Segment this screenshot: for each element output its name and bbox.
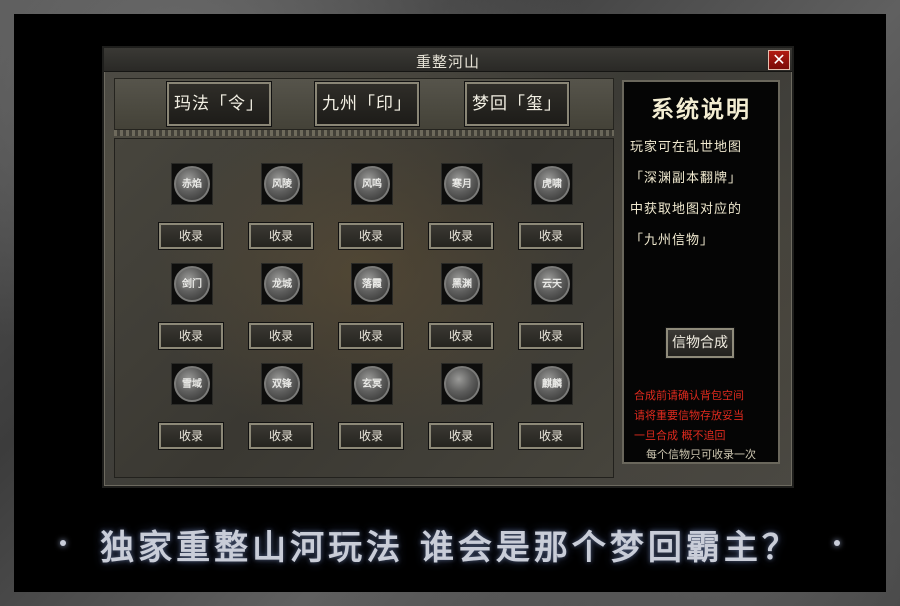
collect-button[interactable]: 收录	[158, 222, 224, 250]
token-icon: 麒麟	[534, 366, 570, 402]
collect-button[interactable]: 收录	[158, 422, 224, 450]
panel-title: 系统说明	[651, 96, 751, 123]
token-cell: 雪域 收录	[158, 363, 225, 453]
token-slot[interactable]: 风鸣	[351, 163, 393, 205]
window-title: 重整河山	[415, 53, 480, 71]
token-cell: 落霞 收录	[338, 263, 405, 353]
token-slot[interactable]: 麒麟	[531, 363, 573, 405]
collect-once-note: 每个信物只可收录一次	[646, 448, 756, 461]
token-icon: 龙城	[264, 266, 300, 302]
token-slot[interactable]: 剑门	[171, 263, 213, 305]
token-grid: 赤焰 收录 风陵 收录 风鸣 收录 寒月 收录 虎啸 收录 剑门 收录 龙城 收录 落霞 收录 黑渊 收录 云天 收录…	[114, 138, 614, 478]
title-bar: 重整河山 ✕	[104, 48, 792, 72]
token-cell: 双锋 收录	[248, 363, 315, 453]
token-icon: 剑门	[174, 266, 210, 302]
token-cell: 黑渊 收录	[428, 263, 495, 353]
collect-button[interactable]: 收录	[248, 322, 314, 350]
token-icon: 虎啸	[534, 166, 570, 202]
token-icon: 落霞	[354, 266, 390, 302]
collect-button[interactable]: 收录	[248, 222, 314, 250]
warning-line: 一旦合成 概不追回	[634, 429, 726, 442]
desc-line: 玩家可在乱世地图	[630, 140, 743, 155]
token-cell: 玄冥 收录	[338, 363, 405, 453]
token-cell: 云天 收录	[518, 263, 585, 353]
desc-line: 「九州信物」	[630, 233, 715, 248]
token-icon: 黑渊	[444, 266, 480, 302]
collect-button[interactable]: 收录	[158, 322, 224, 350]
tab-jiuzhou-yin[interactable]: 九州「印」	[314, 81, 420, 127]
token-slot[interactable]: 寒月	[441, 163, 483, 205]
collect-button[interactable]: 收录	[338, 422, 404, 450]
token-icon	[444, 366, 480, 402]
warning-text: 合成前请确认背包空间 请将重要信物存放妥当 一旦合成 概不追回	[634, 386, 778, 446]
token-slot[interactable]: 云天	[531, 263, 573, 305]
panel-description: 玩家可在乱世地图 「深渊副本翻牌」 中获取地图对应的 「九州信物」	[630, 132, 778, 256]
collect-button[interactable]: 收录	[338, 222, 404, 250]
token-slot[interactable]: 赤焰	[171, 163, 213, 205]
tab-mafa-ling[interactable]: 玛法「令」	[166, 81, 272, 127]
token-cell: 风陵 收录	[248, 163, 315, 253]
token-cell: 虎啸 收录	[518, 163, 585, 253]
divider-strip	[114, 130, 614, 136]
token-cell: 麒麟 收录	[518, 363, 585, 453]
collect-button[interactable]: 收录	[248, 422, 314, 450]
close-button[interactable]: ✕	[768, 50, 790, 70]
token-icon: 寒月	[444, 166, 480, 202]
token-slot[interactable]: 玄冥	[351, 363, 393, 405]
token-slot[interactable]: 虎啸	[531, 163, 573, 205]
token-cell: 龙城 收录	[248, 263, 315, 353]
system-description-panel: 系统说明 玩家可在乱世地图 「深渊副本翻牌」 中获取地图对应的 「九州信物」 信…	[622, 80, 780, 464]
token-cell: 赤焰 收录	[158, 163, 225, 253]
desc-line: 「深渊副本翻牌」	[630, 171, 743, 186]
token-cell: 剑门 收录	[158, 263, 225, 353]
desc-line: 中获取地图对应的	[630, 202, 743, 217]
token-cell: 寒月 收录	[428, 163, 495, 253]
token-cell: 风鸣 收录	[338, 163, 405, 253]
token-icon: 风鸣	[354, 166, 390, 202]
token-slot[interactable]: 风陵	[261, 163, 303, 205]
token-icon: 双锋	[264, 366, 300, 402]
token-icon: 云天	[534, 266, 570, 302]
token-slot[interactable]: 龙城	[261, 263, 303, 305]
collect-button[interactable]: 收录	[428, 422, 494, 450]
restore-realm-window: 重整河山 ✕ 玛法「令」 九州「印」 梦回「玺」 赤焰 收录 风陵 收录 风鸣 收录 寒月收…	[102, 46, 794, 488]
token-icon: 赤焰	[174, 166, 210, 202]
collect-button[interactable]: 收录	[518, 422, 584, 450]
token-slot[interactable]: 落霞	[351, 263, 393, 305]
collect-button[interactable]: 收录	[428, 222, 494, 250]
token-icon: 雪域	[174, 366, 210, 402]
promo-slogan: 独家重整山河玩法 谁会是那个梦回霸主？	[100, 528, 800, 568]
collect-button[interactable]: 收录	[518, 322, 584, 350]
slogan-right-dot	[834, 540, 840, 546]
token-slot[interactable]: 黑渊	[441, 263, 483, 305]
warning-line: 请将重要信物存放妥当	[634, 409, 744, 422]
token-icon: 风陵	[264, 166, 300, 202]
tab-menghui-xi[interactable]: 梦回「玺」	[464, 81, 570, 127]
token-cell: 收录	[428, 363, 495, 453]
token-icon: 玄冥	[354, 366, 390, 402]
tab-row: 玛法「令」 九州「印」 梦回「玺」	[114, 78, 614, 130]
token-slot[interactable]	[441, 363, 483, 405]
token-slot[interactable]: 雪域	[171, 363, 213, 405]
synthesize-token-button[interactable]: 信物合成	[665, 327, 735, 359]
token-slot[interactable]: 双锋	[261, 363, 303, 405]
collect-button[interactable]: 收录	[518, 222, 584, 250]
collect-button[interactable]: 收录	[338, 322, 404, 350]
collect-button[interactable]: 收录	[428, 322, 494, 350]
warning-line: 合成前请确认背包空间	[634, 389, 744, 402]
